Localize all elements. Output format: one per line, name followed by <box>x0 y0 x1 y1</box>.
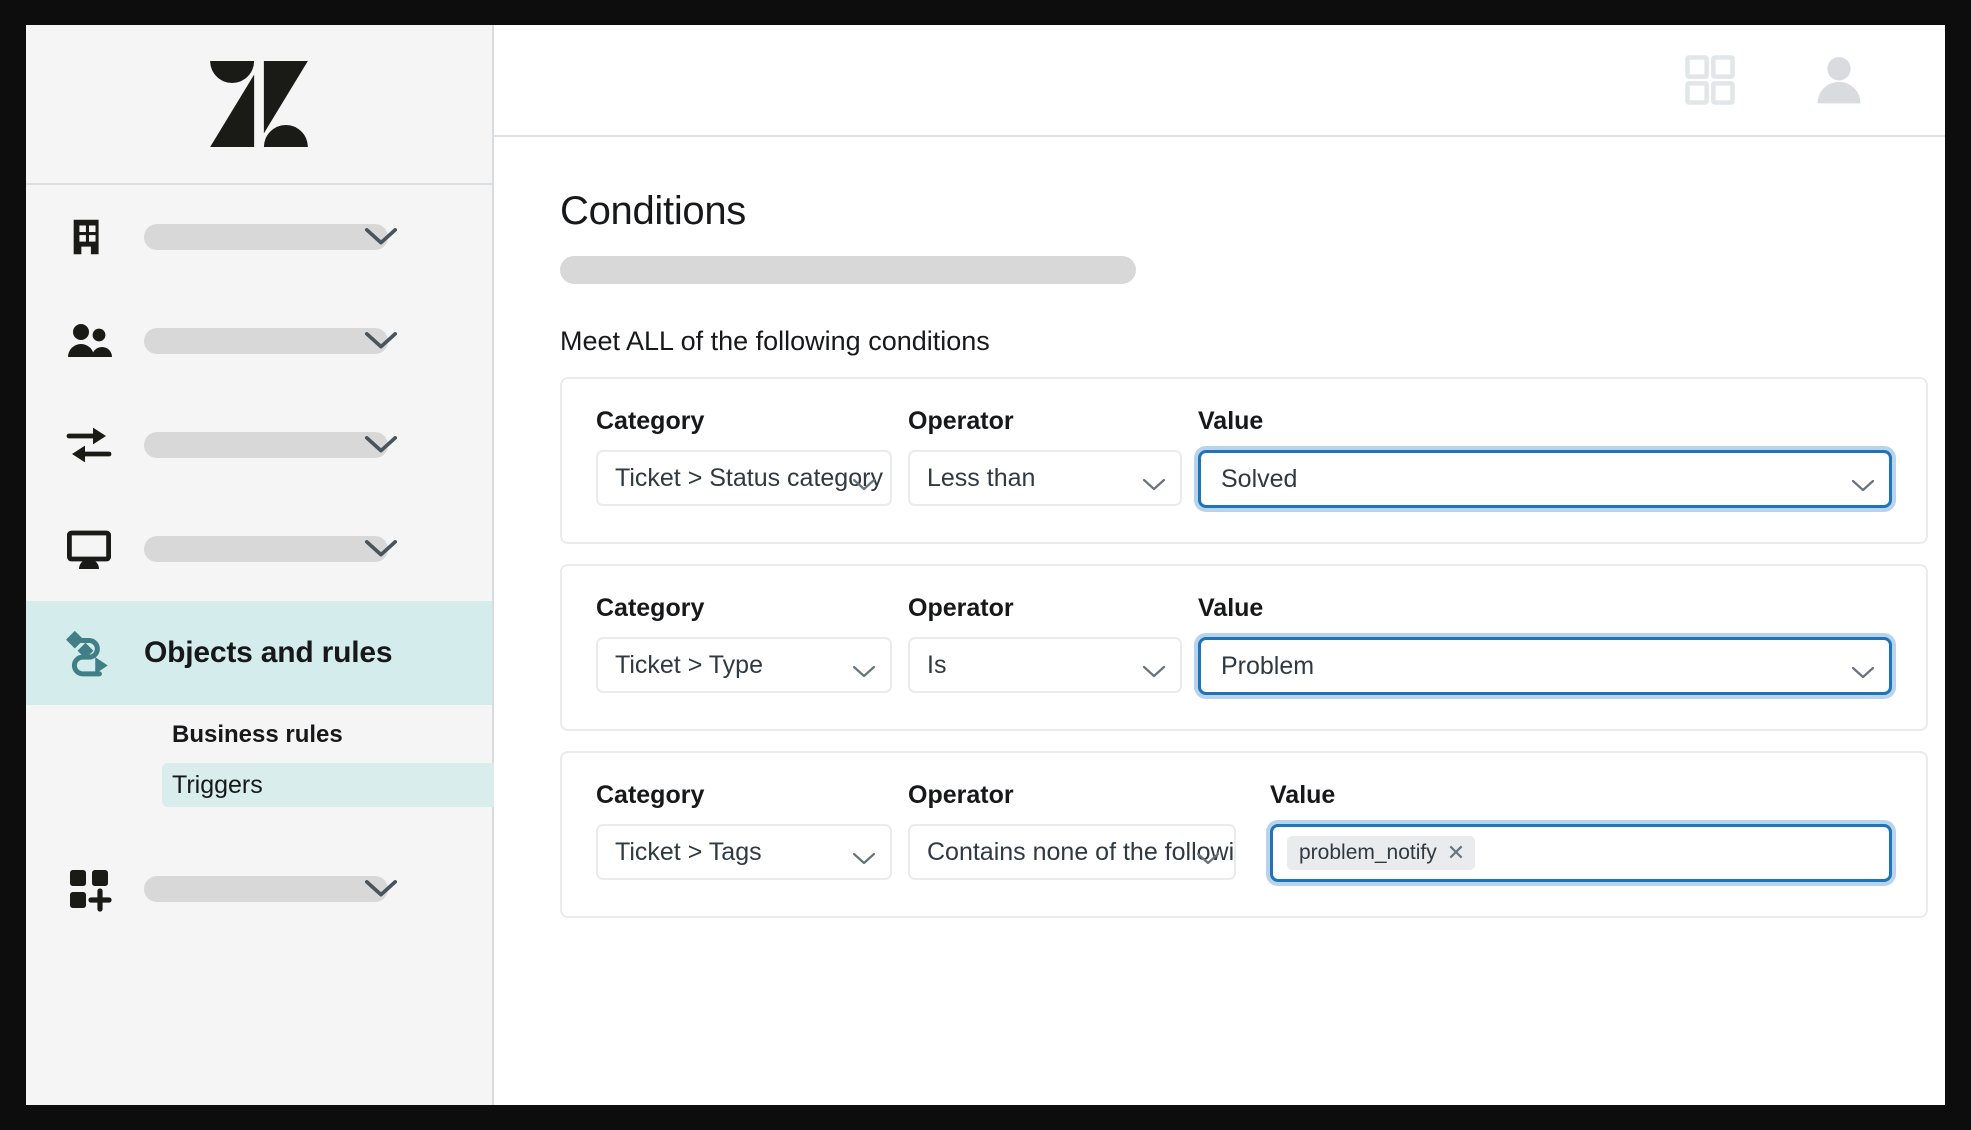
chevron-down-icon <box>1196 845 1220 865</box>
browser-window-frame: Objects and rules Business rules Trigger… <box>0 0 1971 1130</box>
sidebar-item-4-placeholder <box>144 536 388 562</box>
operator-label: Operator <box>908 594 1014 622</box>
condition-card: Category Ticket > Tags Operator Contains… <box>560 751 1928 918</box>
operator-select[interactable]: Is <box>908 637 1182 693</box>
objects-rules-icon <box>60 624 118 682</box>
sidebar-item-4[interactable] <box>26 497 492 601</box>
chevron-down-icon <box>1851 659 1875 679</box>
sidebar-item-2-placeholder <box>144 328 388 354</box>
subnav-item-triggers-label: Triggers <box>172 770 263 799</box>
chevron-down-icon[interactable] <box>364 227 398 247</box>
people-icon <box>60 312 118 370</box>
monitor-icon <box>60 520 118 578</box>
value-select-value: Problem <box>1221 651 1315 680</box>
building-icon <box>60 208 118 266</box>
chevron-down-icon <box>1851 472 1875 492</box>
chevron-down-icon <box>1142 471 1166 491</box>
category-select[interactable]: Ticket > Status category <box>596 450 892 506</box>
sidebar-item-objects-and-rules-label: Objects and rules <box>144 636 393 669</box>
condition-row: Category Ticket > Tags Operator Contains… <box>596 781 1892 882</box>
chevron-down-icon <box>1142 658 1166 678</box>
category-label: Category <box>596 594 705 622</box>
chevron-down-icon <box>852 471 876 491</box>
category-field-group: Category Ticket > Status category <box>596 407 892 506</box>
tag-chip-label: problem_notify <box>1299 841 1437 864</box>
condition-row: Category Ticket > Type Operator Is Value… <box>596 594 1892 695</box>
zendesk-logo[interactable] <box>210 61 308 147</box>
main-area: Conditions Meet ALL of the following con… <box>494 25 1945 1105</box>
page-title: Conditions <box>560 189 747 233</box>
tag-chip: problem_notify ✕ <box>1287 836 1476 870</box>
category-field-group: Category Ticket > Tags <box>596 781 892 880</box>
value-label: Value <box>1270 781 1336 809</box>
value-select[interactable]: Problem <box>1198 637 1892 695</box>
close-icon[interactable]: ✕ <box>1447 842 1465 864</box>
subnav-item-triggers[interactable]: Triggers <box>162 763 517 807</box>
chevron-down-icon[interactable] <box>364 435 398 455</box>
transfer-arrows-icon <box>60 416 118 474</box>
chevron-down-icon[interactable] <box>364 331 398 351</box>
operator-select-value: Contains none of the following <box>927 837 1236 866</box>
page-subtitle-placeholder <box>560 256 1136 284</box>
sidebar-item-3-placeholder <box>144 432 388 458</box>
sidebar-item-objects-and-rules[interactable]: Objects and rules <box>26 601 492 705</box>
apps-add-icon <box>60 860 118 918</box>
operator-field-group: Operator Is <box>908 594 1182 693</box>
category-select-value: Ticket > Tags <box>615 837 762 866</box>
category-select[interactable]: Ticket > Tags <box>596 824 892 880</box>
operator-select-value: Less than <box>927 463 1036 492</box>
category-label: Category <box>596 781 705 809</box>
category-select[interactable]: Ticket > Type <box>596 637 892 693</box>
value-tag-input[interactable]: problem_notify ✕ <box>1270 824 1892 882</box>
operator-select[interactable]: Contains none of the following <box>908 824 1236 880</box>
operator-select-value: Is <box>927 650 947 679</box>
sidebar-logo-area <box>26 25 492 185</box>
condition-card: Category Ticket > Type Operator Is Value… <box>560 564 1928 731</box>
operator-label: Operator <box>908 407 1014 435</box>
value-label: Value <box>1198 407 1264 435</box>
sidebar: Objects and rules Business rules Trigger… <box>26 25 517 1105</box>
chevron-down-icon <box>852 845 876 865</box>
value-select[interactable]: Solved <box>1198 450 1892 508</box>
condition-card: Category Ticket > Status category Operat… <box>560 377 1928 544</box>
chevron-down-icon[interactable] <box>364 879 398 899</box>
sidebar-item-1[interactable] <box>26 185 492 289</box>
grid-apps-icon[interactable] <box>1683 53 1737 107</box>
category-select-value: Ticket > Type <box>615 650 763 679</box>
value-field-group: Value Solved <box>1198 407 1892 508</box>
app-viewport: Objects and rules Business rules Trigger… <box>26 25 1945 1105</box>
meet-all-conditions-label: Meet ALL of the following conditions <box>560 326 990 356</box>
operator-field-group: Operator Less than <box>908 407 1182 506</box>
user-avatar-icon[interactable] <box>1811 52 1867 108</box>
operator-select[interactable]: Less than <box>908 450 1182 506</box>
sidebar-item-6[interactable] <box>26 837 492 941</box>
value-label: Value <box>1198 594 1264 622</box>
category-select-value: Ticket > Status category <box>615 463 883 492</box>
sidebar-item-2[interactable] <box>26 289 492 393</box>
sidebar-item-1-placeholder <box>144 224 388 250</box>
value-select-value: Solved <box>1221 464 1298 493</box>
subnav-heading-business-rules: Business rules <box>172 721 343 748</box>
condition-row: Category Ticket > Status category Operat… <box>596 407 1892 508</box>
sidebar-item-3[interactable] <box>26 393 492 497</box>
value-field-group: Value problem_notify ✕ <box>1270 781 1892 882</box>
operator-label: Operator <box>908 781 1014 809</box>
sidebar-item-6-placeholder <box>144 876 388 902</box>
value-field-group: Value Problem <box>1198 594 1892 695</box>
topbar <box>494 25 1945 137</box>
category-label: Category <box>596 407 705 435</box>
chevron-down-icon <box>852 658 876 678</box>
chevron-down-icon[interactable] <box>364 539 398 559</box>
content-panel: Conditions Meet ALL of the following con… <box>494 137 1945 918</box>
operator-field-group: Operator Contains none of the following <box>908 781 1254 880</box>
category-field-group: Category Ticket > Type <box>596 594 892 693</box>
